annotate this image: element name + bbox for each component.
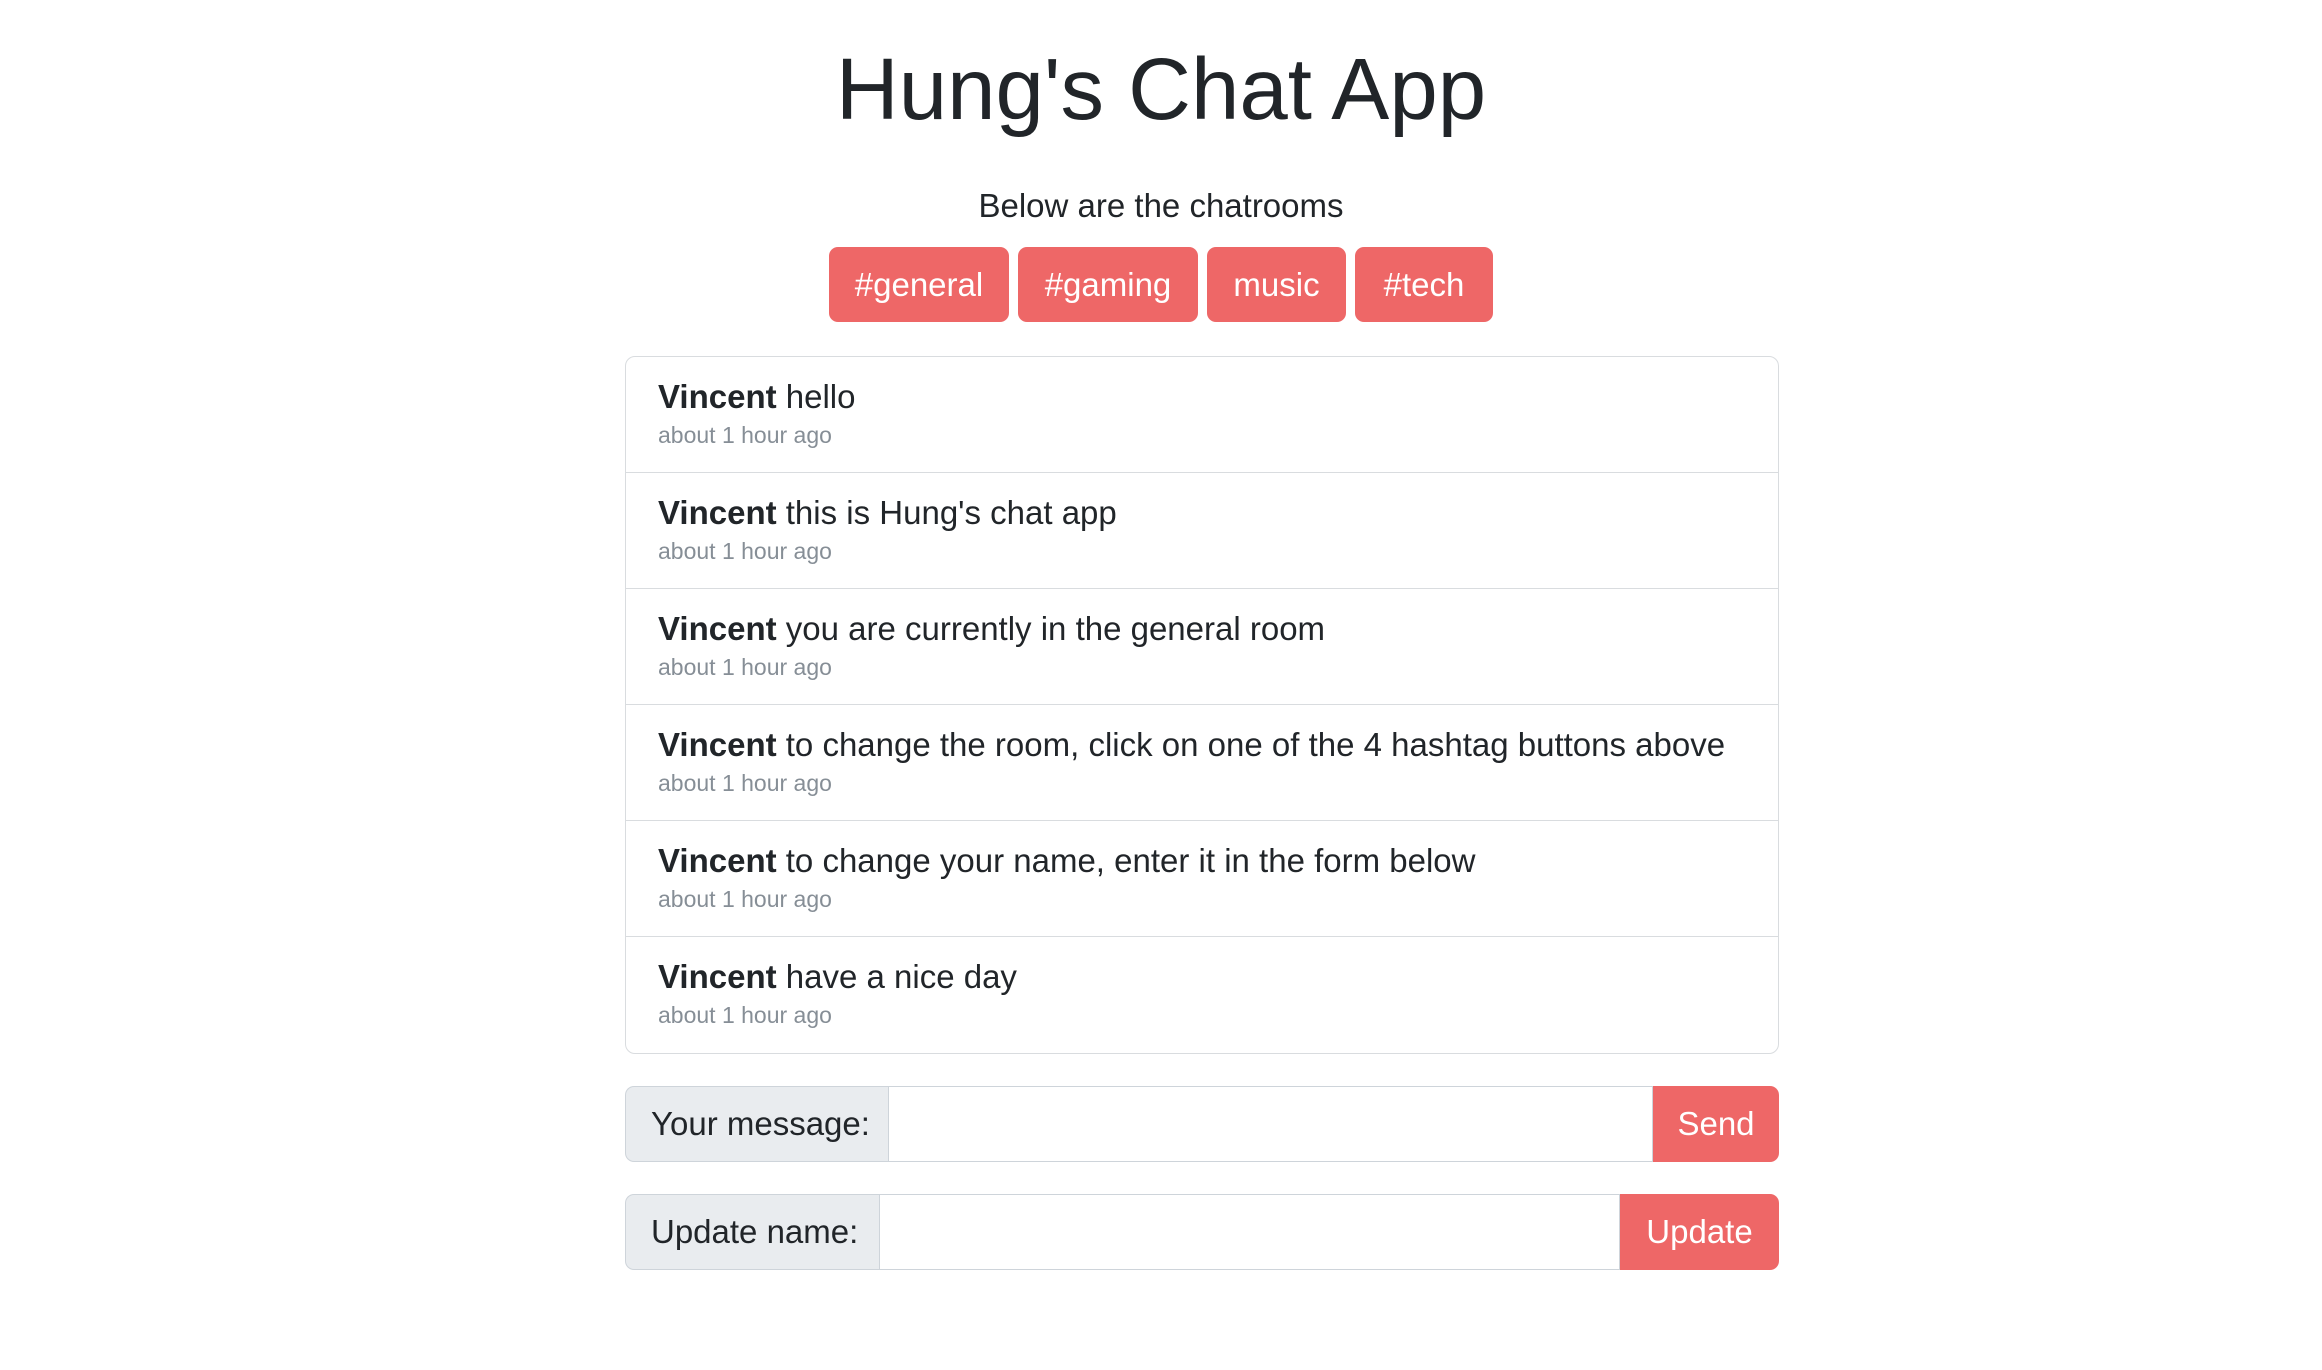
name-field-label: Update name:: [625, 1194, 879, 1270]
message-author: Vincent: [658, 842, 777, 879]
message-timestamp: about 1 hour ago: [658, 538, 832, 564]
message-timestamp: about 1 hour ago: [658, 1002, 832, 1028]
page-title: Hung's Chat App: [835, 41, 1487, 138]
message-line: Vincent you are currently in the general…: [658, 609, 1746, 649]
message-timestamp: about 1 hour ago: [658, 770, 832, 796]
message-author: Vincent: [658, 494, 777, 531]
message-text: to change the room, click on one of the …: [785, 726, 1726, 763]
message-item: Vincent have a nice day about 1 hour ago: [626, 937, 1778, 1053]
message-text: this is Hung's chat app: [785, 494, 1117, 531]
message-form: Your message: Send: [625, 1086, 1779, 1162]
update-button[interactable]: Update: [1620, 1194, 1779, 1270]
message-text: you are currently in the general room: [785, 610, 1326, 647]
message-author: Vincent: [658, 610, 777, 647]
message-item: Vincent to change the room, click on one…: [626, 705, 1778, 821]
message-text: to change your name, enter it in the for…: [785, 842, 1476, 879]
message-author: Vincent: [658, 726, 777, 763]
message-item: Vincent to change your name, enter it in…: [626, 821, 1778, 937]
message-author: Vincent: [658, 958, 777, 995]
message-timestamp: about 1 hour ago: [658, 422, 832, 448]
message-line: Vincent hello: [658, 377, 1746, 417]
message-input[interactable]: [888, 1086, 1653, 1162]
room-button-tech[interactable]: #tech: [1355, 247, 1493, 322]
message-timestamp: about 1 hour ago: [658, 886, 832, 912]
message-author: Vincent: [658, 378, 777, 415]
message-item: Vincent this is Hung's chat app about 1 …: [626, 473, 1778, 589]
message-timestamp: about 1 hour ago: [658, 654, 832, 680]
message-line: Vincent to change the room, click on one…: [658, 725, 1746, 765]
room-button-general[interactable]: #general: [829, 247, 1009, 322]
message-item: Vincent hello about 1 hour ago: [626, 357, 1778, 473]
room-buttons: #general #gaming music #tech: [0, 247, 2322, 322]
send-button[interactable]: Send: [1653, 1086, 1779, 1162]
message-list: Vincent hello about 1 hour ago Vincent t…: [625, 356, 1779, 1054]
message-line: Vincent to change your name, enter it in…: [658, 841, 1746, 881]
update-name-form: Update name: Update: [625, 1194, 1779, 1270]
room-button-music[interactable]: music: [1207, 247, 1346, 322]
message-line: Vincent this is Hung's chat app: [658, 493, 1746, 533]
message-text: hello: [785, 378, 856, 415]
name-input[interactable]: [879, 1194, 1620, 1270]
chatrooms-subtitle: Below are the chatrooms: [978, 187, 1344, 224]
message-item: Vincent you are currently in the general…: [626, 589, 1778, 705]
message-text: have a nice day: [785, 958, 1017, 995]
room-button-gaming[interactable]: #gaming: [1018, 247, 1198, 322]
message-field-label: Your message:: [625, 1086, 888, 1162]
message-line: Vincent have a nice day: [658, 957, 1746, 997]
chat-page: Hung's Chat App Below are the chatrooms …: [0, 0, 2322, 1370]
